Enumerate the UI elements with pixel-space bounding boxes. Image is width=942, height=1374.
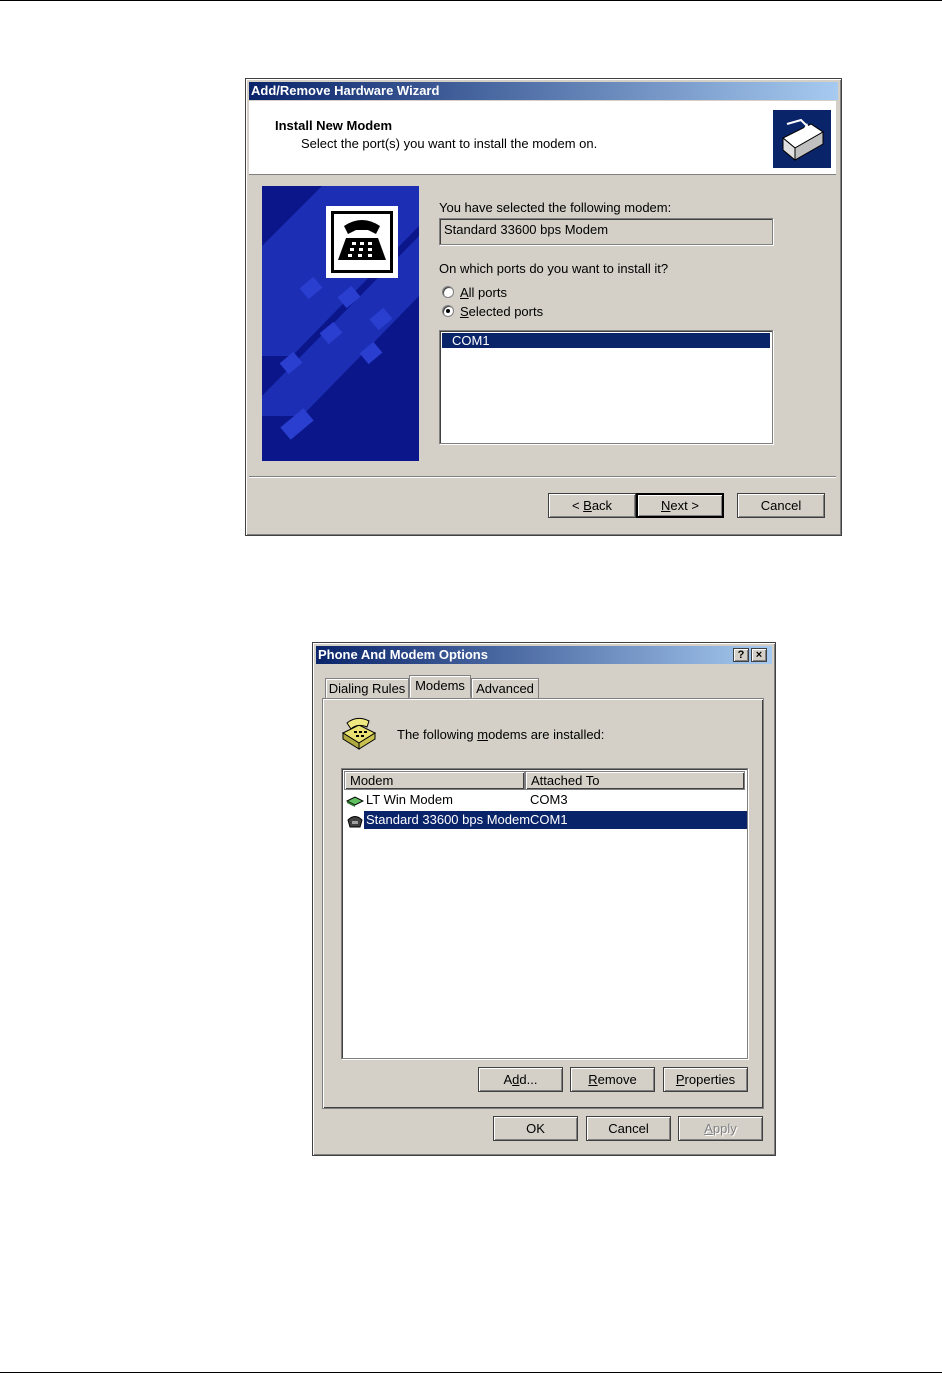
wizard-banner-graphic bbox=[262, 186, 419, 461]
hardware-icon bbox=[773, 110, 831, 168]
phone-modem-icon bbox=[346, 812, 364, 828]
green-modem-icon bbox=[345, 794, 365, 807]
intro-post: odems are installed: bbox=[488, 727, 605, 742]
tab-modems[interactable]: Modems bbox=[409, 675, 471, 698]
ok-button[interactable]: OK bbox=[493, 1116, 578, 1141]
selected-modem-value: Standard 33600 bps Modem bbox=[444, 222, 609, 237]
properties-accel: P bbox=[675, 1072, 685, 1087]
back-prefix: < bbox=[571, 498, 584, 513]
ports-question: On which ports do you want to install it… bbox=[439, 261, 669, 276]
phone-dialog-title: Phone And Modem Options bbox=[316, 646, 772, 664]
installed-modems-intro: The following modems are installed: bbox=[397, 727, 604, 742]
apply-button[interactable]: Apply bbox=[678, 1116, 763, 1141]
phone-cancel-button[interactable]: Cancel bbox=[586, 1116, 671, 1141]
selected-ports-label[interactable]: Selected ports bbox=[460, 304, 543, 319]
wizard-cancel-button[interactable]: Cancel bbox=[737, 493, 825, 518]
back-rest: ack bbox=[591, 498, 613, 513]
selected-modem-label: You have selected the following modem: bbox=[439, 200, 672, 215]
add-prefix: A bbox=[503, 1072, 513, 1087]
modems-list[interactable]: Modem Attached To LT Win Modem COM3 Stan… bbox=[341, 768, 748, 1059]
selected-ports-accel: S bbox=[460, 304, 469, 319]
wizard-divider bbox=[249, 476, 836, 478]
wizard-header-subtitle: Select the port(s) you want to install t… bbox=[301, 136, 598, 151]
wizard-header: Install New Modem Select the port(s) you… bbox=[249, 101, 836, 175]
remove-button[interactable]: Remove bbox=[570, 1067, 655, 1092]
apply-rest: pply bbox=[712, 1121, 737, 1136]
modem-port: COM1 bbox=[530, 812, 568, 827]
modems-tab-panel: The following modems are installed: Mode… bbox=[322, 698, 764, 1109]
selected-ports-radio[interactable] bbox=[442, 305, 454, 317]
modem-name: Standard 33600 bps Modem bbox=[366, 812, 531, 827]
properties-rest: roperties bbox=[684, 1072, 736, 1087]
modem-row[interactable]: Standard 33600 bps Modem COM1 bbox=[344, 811, 747, 829]
close-button[interactable]: × bbox=[751, 648, 767, 662]
modem-row[interactable]: LT Win Modem COM3 bbox=[344, 791, 747, 809]
back-button[interactable]: < Back bbox=[548, 493, 636, 518]
selected-modem-field: Standard 33600 bps Modem bbox=[439, 218, 773, 245]
help-button[interactable]: ? bbox=[733, 648, 749, 662]
all-ports-label[interactable]: All ports bbox=[460, 285, 507, 300]
intro-accel: m bbox=[477, 727, 489, 742]
modem-phone-icon bbox=[339, 713, 379, 751]
properties-button[interactable]: Properties bbox=[663, 1067, 748, 1092]
wizard-header-title: Install New Modem bbox=[275, 118, 393, 133]
wizard-title: Add/Remove Hardware Wizard bbox=[249, 82, 838, 100]
radio-checked-dot bbox=[446, 309, 450, 313]
add-button[interactable]: Add... bbox=[478, 1067, 563, 1092]
tab-dialing-rules[interactable]: Dialing Rules bbox=[325, 678, 409, 698]
add-remove-hardware-wizard: Add/Remove Hardware Wizard Install New M… bbox=[245, 78, 842, 536]
add-rest: d... bbox=[519, 1072, 538, 1087]
intro-pre: The following bbox=[397, 727, 478, 742]
remove-accel: R bbox=[588, 1072, 598, 1087]
column-header-attached-to[interactable]: Attached To bbox=[525, 771, 745, 790]
all-ports-rest: ll ports bbox=[468, 285, 507, 300]
apply-accel: A bbox=[704, 1121, 713, 1136]
tab-advanced[interactable]: Advanced bbox=[471, 678, 539, 698]
next-accel: N bbox=[661, 498, 671, 513]
port-item-label: COM1 bbox=[452, 333, 490, 348]
next-rest: ext > bbox=[670, 498, 699, 513]
modem-name: LT Win Modem bbox=[366, 792, 453, 807]
column-header-modem[interactable]: Modem bbox=[344, 771, 525, 790]
modem-port: COM3 bbox=[530, 792, 568, 807]
port-item-com1[interactable]: COM1 bbox=[442, 333, 770, 348]
all-ports-radio[interactable] bbox=[442, 286, 454, 298]
page-top-rule bbox=[0, 0, 942, 1]
page-bottom-rule bbox=[0, 1372, 942, 1373]
next-button[interactable]: Next > bbox=[636, 493, 724, 518]
phone-dialog-title-text: Phone And Modem Options bbox=[318, 647, 488, 662]
back-accel: B bbox=[583, 498, 592, 513]
phone-and-modem-options-dialog: Phone And Modem Options ? × Dialing Rule… bbox=[312, 642, 776, 1156]
ports-list[interactable]: COM1 bbox=[439, 330, 773, 444]
all-ports-accel: A bbox=[460, 285, 469, 300]
remove-rest: emove bbox=[597, 1072, 637, 1087]
selected-ports-rest: elected ports bbox=[468, 304, 544, 319]
